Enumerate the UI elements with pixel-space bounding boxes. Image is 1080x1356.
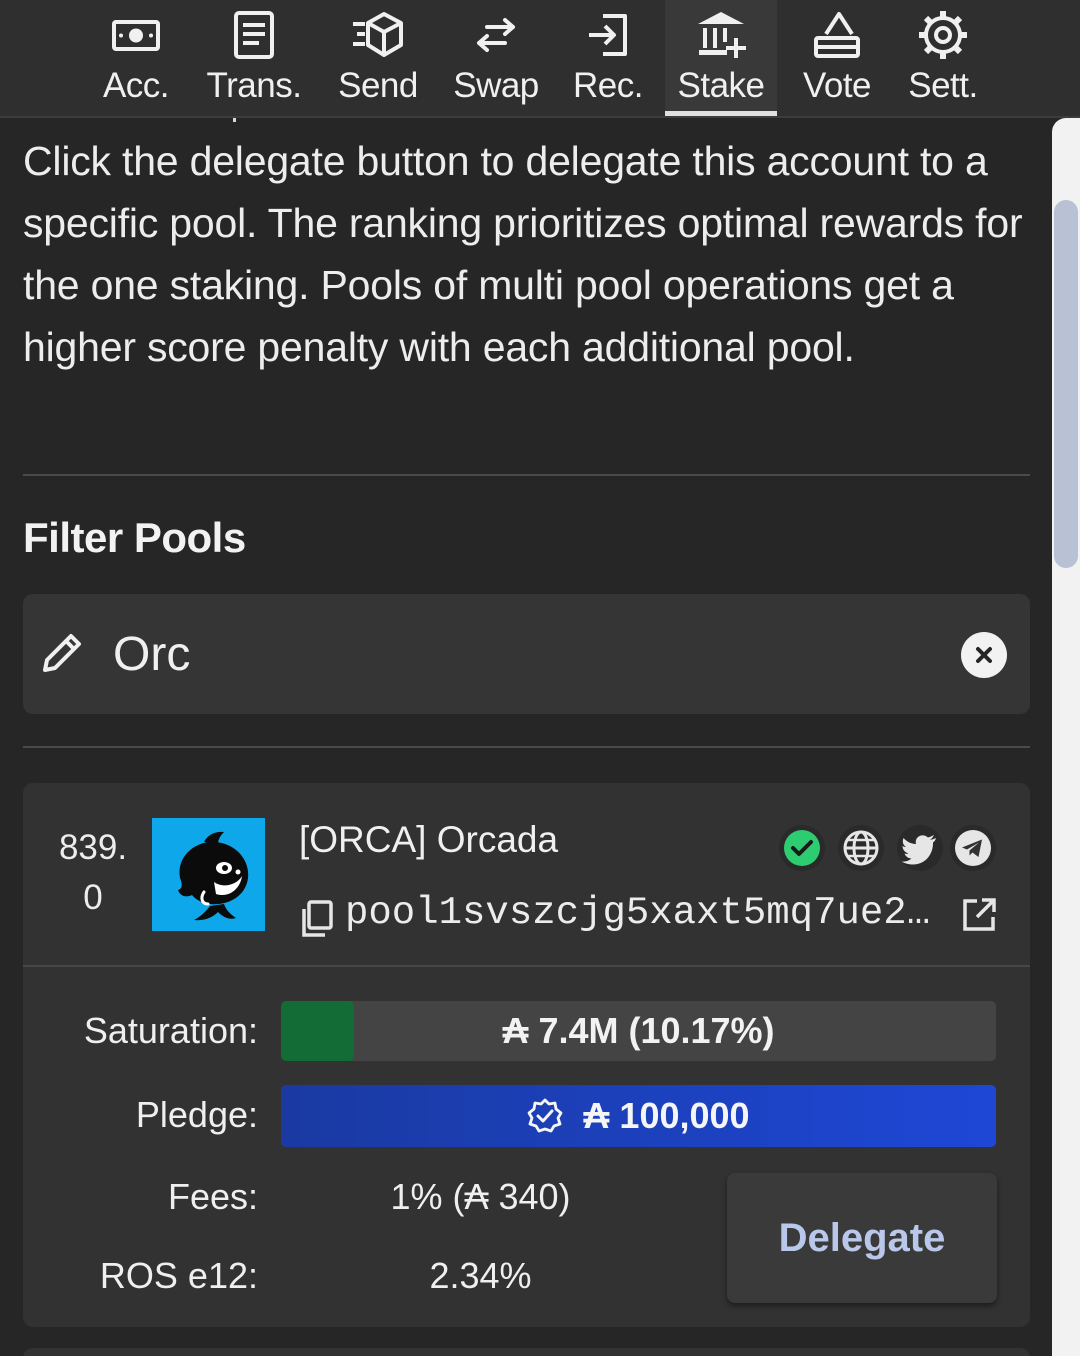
nav-tab-account[interactable]: Acc.: [86, 0, 186, 116]
nav-tab-vote[interactable]: Vote: [792, 0, 882, 116]
close-icon: [976, 647, 992, 663]
pool-id: pool1svszcjg5xaxt5mq7ue2llm…: [345, 891, 951, 935]
check-circle-icon: [784, 830, 820, 866]
gear-icon: [916, 8, 970, 62]
pool-rank-line: 0: [83, 878, 103, 917]
banknote-icon: [109, 8, 163, 62]
nav-tab-swap[interactable]: Swap: [446, 0, 546, 116]
saturation-value: ₳ 7.4M (10.17%): [502, 1010, 775, 1051]
swap-arrows-icon: [469, 8, 523, 62]
verified-badge-icon: [528, 1098, 563, 1133]
clear-filter-button[interactable]: [961, 632, 1007, 678]
saturation-label: Saturation:: [83, 1010, 258, 1051]
pool-name: [ORCA] Orcada: [299, 819, 559, 860]
nav-tab-label: Sett.: [908, 66, 978, 105]
ros-label: ROS e12:: [99, 1255, 258, 1296]
twitter-icon: [901, 835, 936, 865]
nav-tab-label: Trans.: [206, 66, 302, 105]
receive-login-icon: [581, 8, 635, 62]
telegram-icon: [955, 830, 991, 866]
nav-tab-receive[interactable]: Rec.: [566, 0, 650, 116]
fees-value: 1% (₳ 340): [390, 1176, 571, 1217]
pool-filter-input[interactable]: [113, 622, 933, 686]
send-box-icon: [351, 8, 405, 62]
card-divider: [23, 965, 1030, 967]
stake-description: Click the delegate button to delegate th…: [23, 138, 1023, 370]
nav-tab-label: Stake: [677, 66, 766, 105]
ros-value: 2.34%: [429, 1255, 532, 1296]
fees-label: Fees:: [167, 1176, 258, 1217]
scrollbar-thumb[interactable]: [1054, 200, 1078, 568]
nav-tab-label: Acc.: [102, 66, 170, 105]
nav-tab-send[interactable]: Send: [330, 0, 426, 116]
pool-logo-orca: [152, 818, 265, 931]
saturation-bar: ₳ 7.4M (10.17%): [281, 1001, 996, 1061]
pledge-label: Pledge:: [135, 1094, 258, 1135]
delegate-button[interactable]: Delegate: [727, 1173, 997, 1303]
stake-page: Acc. Trans. Send Swap Rec. Stake Vote Se…: [0, 0, 1080, 1356]
pool-filter-field: [23, 594, 1030, 714]
pool-rank-line: 839.: [58, 828, 128, 867]
telegram-link[interactable]: [950, 825, 996, 871]
copy-icon[interactable]: [299, 899, 335, 939]
clipped-heading-fragment: [233, 118, 241, 122]
external-link-icon[interactable]: [961, 897, 997, 933]
pool-rank: 839. 0: [43, 823, 143, 923]
top-navigation: Acc. Trans. Send Swap Rec. Stake Vote Se…: [0, 0, 1080, 118]
vote-box-icon: [810, 8, 864, 62]
verified-check-badge: [779, 825, 825, 871]
nav-tab-settings[interactable]: Sett.: [898, 0, 988, 116]
pool-card: 839. 0 [ORCA] Orcada pool1svszcjg5xaxt5m…: [23, 783, 1030, 1327]
filter-pools-title: Filter Pools: [23, 514, 246, 561]
nav-tab-label: Swap: [453, 66, 539, 105]
section-divider: [23, 474, 1030, 476]
document-list-icon: [227, 8, 281, 62]
next-pool-card: [23, 1348, 1030, 1356]
pledge-bar: ₳ 100,000: [281, 1085, 996, 1147]
nav-tab-stake[interactable]: Stake: [665, 0, 777, 116]
stake-content: Click the delegate button to delegate th…: [23, 118, 1030, 1356]
website-link[interactable]: [838, 825, 884, 871]
bank-plus-icon: [694, 8, 748, 62]
twitter-link[interactable]: [897, 825, 943, 871]
pencil-icon: [37, 628, 87, 678]
pledge-value: ₳ 100,000: [583, 1095, 750, 1136]
section-divider: [23, 746, 1030, 748]
nav-tab-label: Rec.: [573, 66, 643, 105]
nav-tab-label: Vote: [802, 66, 872, 105]
globe-icon: [843, 830, 879, 866]
nav-tab-label: Send: [338, 66, 418, 105]
nav-tab-transactions[interactable]: Trans.: [200, 0, 308, 116]
